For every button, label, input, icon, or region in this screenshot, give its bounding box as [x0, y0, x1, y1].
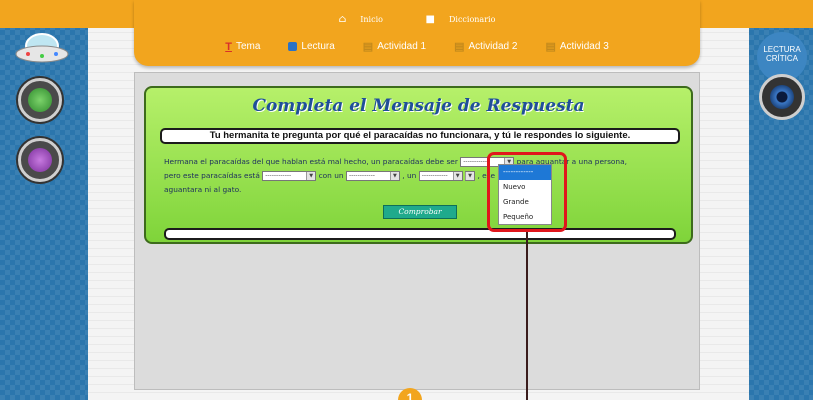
- badge-line2: CRÍTICA: [766, 54, 798, 63]
- badge-line1: LECTURA: [763, 45, 801, 54]
- lectura-icon: [288, 42, 298, 51]
- purple-activity-button[interactable]: [18, 138, 62, 182]
- passage: Hermana el paracaídas del que hablan est…: [164, 155, 684, 197]
- select-value: ------------: [265, 172, 292, 179]
- spaceship-logo-icon[interactable]: [14, 28, 70, 68]
- tab-actividad-3[interactable]: ▤ Actividad 3: [545, 40, 608, 53]
- eye-icon: [770, 85, 794, 109]
- green-activity-button[interactable]: [18, 78, 62, 122]
- passage-text: con un: [318, 171, 344, 180]
- chevron-down-icon: ▼: [306, 172, 316, 180]
- chevron-down-icon: ▼: [465, 172, 475, 180]
- tab-actividad-1[interactable]: ▤ Actividad 1: [363, 40, 426, 53]
- prompt-box: Tu hermanita te pregunta por qué el para…: [160, 128, 680, 144]
- quiz-panel: Completa el Mensaje de Respuesta Tu herm…: [144, 86, 693, 244]
- top-links: ⌂ Inicio ■ Diccionario: [134, 14, 700, 25]
- chevron-down-icon: ▼: [452, 172, 462, 180]
- answer-select-2[interactable]: ------------ ▼: [262, 171, 317, 181]
- dictionary-link[interactable]: ■ Diccionario: [416, 14, 506, 25]
- book-icon: ▤: [545, 41, 556, 53]
- answer-select-3[interactable]: ------------ ▼: [345, 171, 400, 181]
- answer-select-4[interactable]: ------------ ▼: [418, 171, 463, 181]
- passage-text: , un: [402, 171, 417, 180]
- dictionary-icon: ■: [425, 14, 435, 25]
- book-icon: ▤: [454, 41, 465, 53]
- home-link[interactable]: ⌂ Inicio: [329, 14, 393, 25]
- home-icon: ⌂: [338, 14, 347, 25]
- eye-button[interactable]: [759, 74, 805, 120]
- tab-actividad-2[interactable]: ▤ Actividad 2: [454, 40, 517, 53]
- select-value: ------------: [421, 172, 448, 179]
- check-button[interactable]: Comprobar: [383, 205, 457, 219]
- select-value: ------------: [463, 158, 490, 165]
- chevron-down-icon: ▼: [389, 172, 399, 180]
- highlight-box: [487, 152, 567, 232]
- book-icon: ▤: [362, 41, 374, 53]
- tab-label: Actividad 3: [559, 41, 609, 52]
- tema-icon: T: [225, 40, 232, 53]
- tab-label: Actividad 1: [377, 41, 427, 52]
- list-icon: [28, 88, 52, 112]
- tab-tema[interactable]: T Tema: [225, 40, 260, 53]
- quiz-title: Completa el Mensaje de Respuesta: [252, 96, 585, 116]
- answer-select-5[interactable]: ▼: [465, 171, 476, 181]
- answer-box: [164, 228, 676, 240]
- tab-label: Tema: [235, 41, 261, 52]
- tab-label: Lectura: [301, 41, 335, 52]
- tab-lectura[interactable]: Lectura: [288, 40, 335, 53]
- star-icon: [28, 148, 52, 172]
- home-label: Inicio: [360, 15, 383, 24]
- dictionary-label: Diccionario: [448, 15, 496, 24]
- passage-text: pero este paracaídas está: [164, 171, 260, 180]
- tab-label: Actividad 2: [468, 41, 518, 52]
- select-value: ------------: [348, 172, 375, 179]
- passage-text: Hermana el paracaídas del que hablan est…: [164, 157, 458, 166]
- passage-text: aguantara ni al gato.: [164, 185, 242, 194]
- callout-line: [526, 232, 528, 400]
- top-navigation-bar: ⌂ Inicio ■ Diccionario T Tema Lectura ▤ Ac…: [134, 0, 700, 66]
- section-tabs: T Tema Lectura ▤ Actividad 1 ▤ Actividad…: [134, 40, 700, 54]
